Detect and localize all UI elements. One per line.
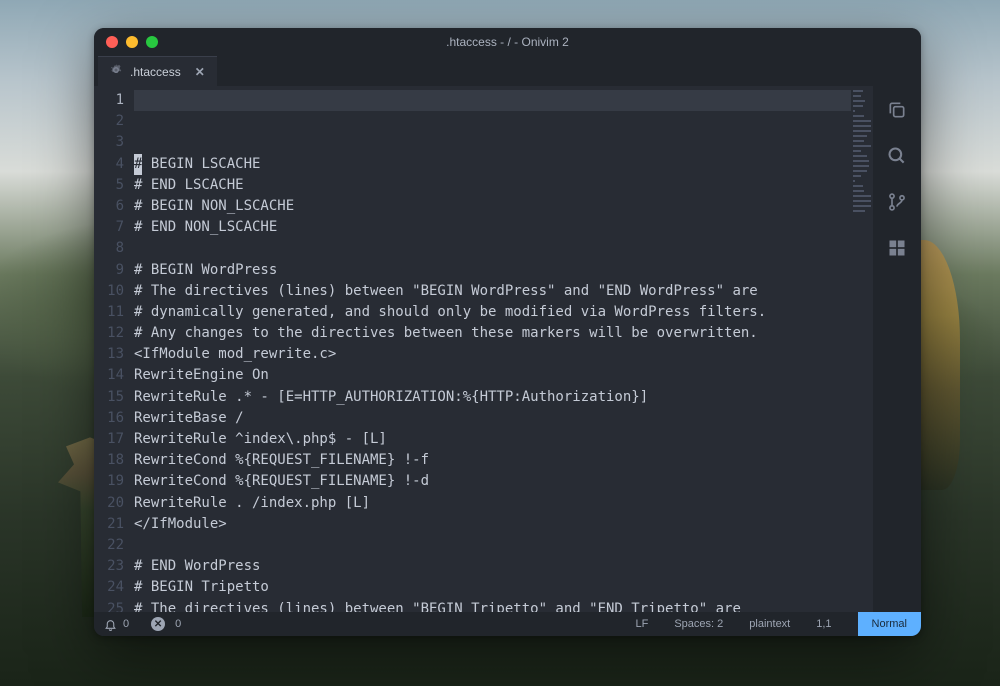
code-line: RewriteCond %{REQUEST_FILENAME} !-f <box>134 450 851 471</box>
search-icon[interactable] <box>887 146 907 166</box>
code-line <box>134 238 851 259</box>
line-number: 8 <box>94 238 124 259</box>
line-number: 16 <box>94 408 124 429</box>
line-number: 13 <box>94 344 124 365</box>
line-number: 21 <box>94 514 124 535</box>
line-number: 7 <box>94 217 124 238</box>
line-number: 17 <box>94 429 124 450</box>
tab-label: .htaccess <box>130 65 181 79</box>
bell-icon[interactable] <box>104 618 117 631</box>
code-editor[interactable]: # BEGIN LSCACHE# END LSCACHE# BEGIN NON_… <box>134 86 851 612</box>
code-line: # END WordPress <box>134 556 851 577</box>
line-number: 23 <box>94 556 124 577</box>
tab-bar: .htaccess ✕ <box>94 56 921 86</box>
line-number: 2 <box>94 111 124 132</box>
line-number: 6 <box>94 196 124 217</box>
line-number: 15 <box>94 387 124 408</box>
tab-htaccess[interactable]: .htaccess ✕ <box>98 56 217 86</box>
titlebar[interactable]: .htaccess - / - Onivim 2 <box>94 28 921 56</box>
maximize-window-button[interactable] <box>146 36 158 48</box>
line-number: 22 <box>94 535 124 556</box>
close-window-button[interactable] <box>106 36 118 48</box>
tab-close-icon[interactable]: ✕ <box>195 65 205 79</box>
statusbar: 0 ✕ 0 LF Spaces: 2 plaintext 1,1 Normal <box>94 612 921 636</box>
line-number: 19 <box>94 471 124 492</box>
line-number: 4 <box>94 154 124 175</box>
line-number: 14 <box>94 365 124 386</box>
copy-icon[interactable] <box>887 100 907 120</box>
line-number: 11 <box>94 302 124 323</box>
code-line: # BEGIN WordPress <box>134 260 851 281</box>
line-number-gutter: 1234567891011121314151617181920212223242… <box>94 86 134 612</box>
code-line: # END NON_LSCACHE <box>134 217 851 238</box>
window-title: .htaccess - / - Onivim 2 <box>94 35 921 49</box>
code-line: # END LSCACHE <box>134 175 851 196</box>
grid-icon[interactable] <box>887 238 907 258</box>
editor-area: 1234567891011121314151617181920212223242… <box>94 86 873 612</box>
error-count: 0 <box>175 618 181 630</box>
line-number: 5 <box>94 175 124 196</box>
git-branch-icon[interactable] <box>887 192 907 212</box>
cursor-position[interactable]: 1,1 <box>816 618 831 630</box>
gear-icon <box>110 64 122 79</box>
line-number: 24 <box>94 577 124 598</box>
code-line: RewriteEngine On <box>134 365 851 386</box>
vim-mode-indicator: Normal <box>858 612 921 636</box>
code-line: # The directives (lines) between "BEGIN … <box>134 281 851 302</box>
window-controls <box>106 36 158 48</box>
code-line: # The directives (lines) between "BEGIN … <box>134 599 851 612</box>
code-line: RewriteRule .* - [E=HTTP_AUTHORIZATION:%… <box>134 387 851 408</box>
code-line: RewriteRule . /index.php [L] <box>134 493 851 514</box>
code-line: # BEGIN Tripetto <box>134 577 851 598</box>
code-line: # dynamically generated, and should only… <box>134 302 851 323</box>
line-number: 20 <box>94 493 124 514</box>
eol-indicator[interactable]: LF <box>636 618 649 630</box>
activity-bar <box>873 86 921 612</box>
line-number: 12 <box>94 323 124 344</box>
code-line: # Any changes to the directives between … <box>134 323 851 344</box>
code-line: <IfModule mod_rewrite.c> <box>134 344 851 365</box>
line-number: 10 <box>94 281 124 302</box>
code-line: </IfModule> <box>134 514 851 535</box>
code-line: # BEGIN LSCACHE <box>134 154 851 175</box>
error-icon[interactable]: ✕ <box>151 617 169 631</box>
line-number: 25 <box>94 599 124 613</box>
indent-indicator[interactable]: Spaces: 2 <box>674 618 723 630</box>
language-indicator[interactable]: plaintext <box>749 618 790 630</box>
code-line: RewriteBase / <box>134 408 851 429</box>
current-line-highlight <box>134 90 851 111</box>
code-line: RewriteCond %{REQUEST_FILENAME} !-d <box>134 471 851 492</box>
line-number: 18 <box>94 450 124 471</box>
code-line: RewriteRule ^index\.php$ - [L] <box>134 429 851 450</box>
line-number: 9 <box>94 260 124 281</box>
code-line <box>134 535 851 556</box>
main-area: 1234567891011121314151617181920212223242… <box>94 86 921 612</box>
minimize-window-button[interactable] <box>126 36 138 48</box>
notification-count: 0 <box>123 618 129 630</box>
app-window: .htaccess - / - Onivim 2 .htaccess ✕ 123… <box>94 28 921 636</box>
code-line: # BEGIN NON_LSCACHE <box>134 196 851 217</box>
line-number: 1 <box>94 90 124 111</box>
line-number: 3 <box>94 132 124 153</box>
minimap[interactable] <box>851 86 873 612</box>
